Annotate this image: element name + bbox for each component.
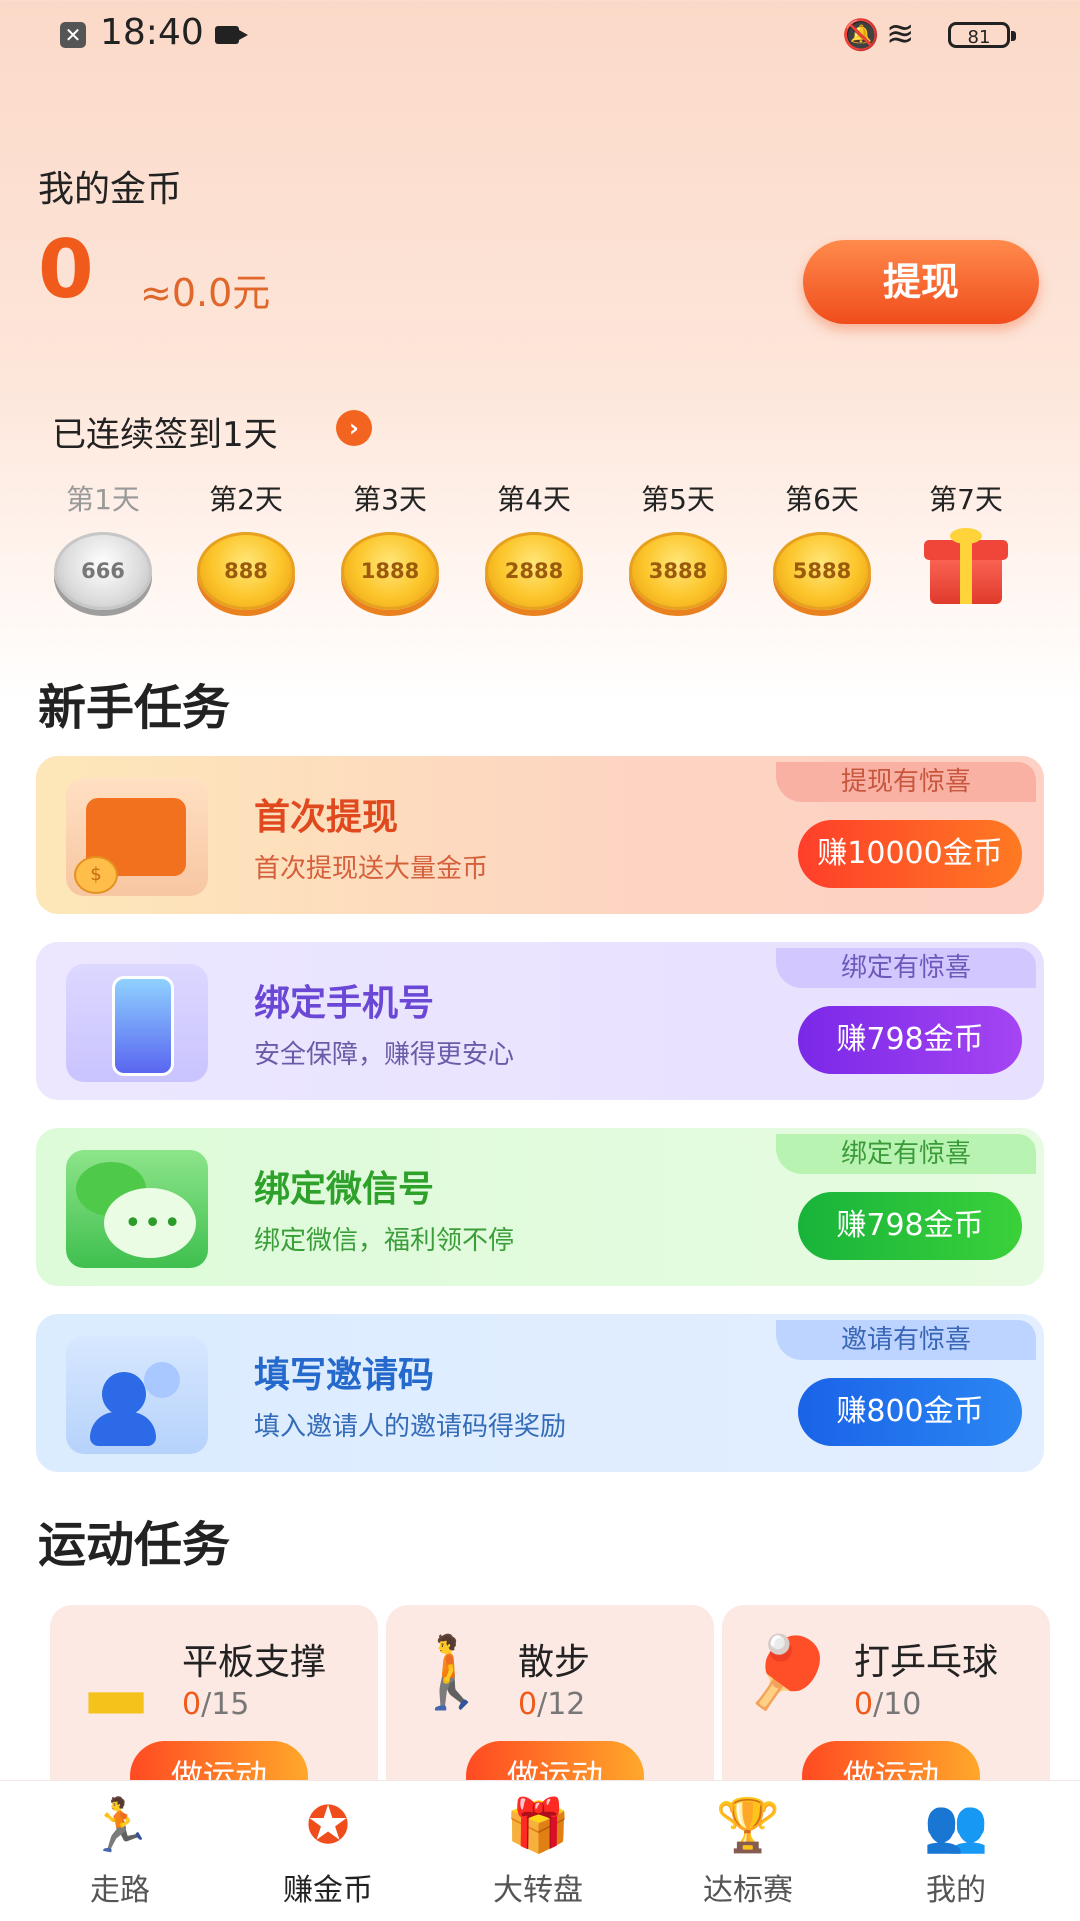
- signin-day-4[interactable]: 第4天 2888: [479, 478, 589, 610]
- wechat-chat-icon: •••: [66, 1150, 208, 1268]
- nav-me[interactable]: 👥 我的: [876, 1791, 1036, 1909]
- coin-icon: 5888: [773, 532, 871, 610]
- task-desc: 填入邀请人的邀请码得奖励: [254, 1412, 567, 1442]
- coin-icon: 2888: [485, 532, 583, 610]
- newbie-tasks-title: 新手任务: [38, 680, 231, 736]
- ping-pong-icon: 🏓: [744, 1631, 832, 1713]
- earn-button[interactable]: 赚800金币: [798, 1378, 1022, 1446]
- signin-day-5[interactable]: 第5天 3888: [623, 478, 733, 610]
- signin-days: 第1天 666 第2天 888 第3天 1888 第4天 2888 第5天 38…: [48, 478, 1028, 610]
- sport-tasks-title: 运动任务: [38, 1517, 231, 1573]
- plank-icon: ▂: [89, 1631, 143, 1713]
- coin-icon: 3888: [629, 532, 727, 610]
- earn-button[interactable]: 赚798金币: [798, 1192, 1022, 1260]
- trophy-icon: 🏆: [715, 1796, 781, 1856]
- task-bind-phone[interactable]: 绑定手机号 安全保障，赚得更安心 绑定有惊喜 赚798金币: [36, 942, 1044, 1100]
- chevron-right-icon[interactable]: ›: [336, 410, 372, 446]
- signin-streak-text[interactable]: 已连续签到1天: [52, 407, 278, 456]
- status-bar: ✕ 18:40 🔕 ≋ 81: [0, 0, 1080, 70]
- sport-title: 打乒乓球: [854, 1642, 999, 1683]
- coin-icon: 666: [54, 532, 152, 610]
- task-desc: 首次提现送大量金币: [254, 854, 489, 884]
- wallet-icon: $: [66, 778, 208, 896]
- task-tag: 提现有惊喜: [776, 762, 1036, 802]
- coin-icon: 1888: [341, 532, 439, 610]
- wifi-icon: ≋: [886, 14, 915, 54]
- coins-balance: 0: [38, 223, 94, 316]
- walking-icon: 🚶: [408, 1631, 496, 1713]
- sport-progress: 0/15: [182, 1687, 250, 1722]
- day-label: 第3天: [353, 483, 427, 516]
- sport-title: 散步: [518, 1642, 591, 1683]
- day-label: 第7天: [929, 483, 1003, 516]
- mute-bell-icon: 🔕: [842, 18, 880, 53]
- invite-people-icon: [66, 1336, 208, 1454]
- day-label: 第2天: [209, 483, 283, 516]
- task-bind-wechat[interactable]: ••• 绑定微信号 绑定微信，福利领不停 绑定有惊喜 赚798金币: [36, 1128, 1044, 1286]
- signin-day-2[interactable]: 第2天 888: [191, 478, 301, 610]
- earn-button[interactable]: 赚10000金币: [798, 820, 1022, 888]
- day-label: 第6天: [785, 483, 859, 516]
- gift-box-icon: [924, 528, 1008, 606]
- nav-label: 赚金币: [283, 1873, 373, 1908]
- camera-icon: [215, 26, 248, 44]
- status-time: 18:40: [100, 12, 204, 53]
- sport-title: 平板支撑: [182, 1642, 327, 1683]
- phone-icon: [66, 964, 208, 1082]
- sport-progress: 0/12: [518, 1687, 586, 1722]
- my-coins-title: 我的金币: [38, 169, 183, 210]
- signin-day-7[interactable]: 第7天: [911, 478, 1021, 606]
- coin-icon: 888: [197, 532, 295, 610]
- battery-icon: 81: [948, 22, 1016, 48]
- nav-walk[interactable]: 🏃 走路: [40, 1791, 200, 1909]
- day-label: 第4天: [497, 483, 571, 516]
- sport-progress: 0/10: [854, 1687, 922, 1722]
- runner-icon: 🏃: [87, 1796, 153, 1856]
- task-title: 首次提现: [254, 797, 399, 838]
- task-tag: 邀请有惊喜: [776, 1320, 1036, 1360]
- gift-icon: 🎁: [505, 1796, 571, 1856]
- task-invite-code[interactable]: 填写邀请码 填入邀请人的邀请码得奖励 邀请有惊喜 赚800金币: [36, 1314, 1044, 1472]
- nav-label: 大转盘: [493, 1873, 583, 1908]
- task-desc: 安全保障，赚得更安心: [254, 1040, 515, 1070]
- task-title: 绑定手机号: [254, 983, 435, 1024]
- withdraw-button[interactable]: 提现: [803, 240, 1039, 324]
- coins-yuan-value: ≈0.0元: [140, 271, 271, 315]
- signin-day-6[interactable]: 第6天 5888: [767, 478, 877, 610]
- task-tag: 绑定有惊喜: [776, 948, 1036, 988]
- task-tag: 绑定有惊喜: [776, 1134, 1036, 1174]
- user-icon: 👥: [923, 1796, 989, 1856]
- nav-label: 走路: [90, 1873, 150, 1908]
- task-title: 绑定微信号: [254, 1169, 435, 1210]
- task-desc: 绑定微信，福利领不停: [254, 1226, 515, 1256]
- bottom-nav: 🏃 走路 ✪ 赚金币 🎁 大转盘 🏆 达标赛 👥 我的: [0, 1780, 1080, 1921]
- task-first-withdraw[interactable]: $ 首次提现 首次提现送大量金币 提现有惊喜 赚10000金币: [36, 756, 1044, 914]
- signin-day-1[interactable]: 第1天 666: [48, 478, 158, 610]
- nav-label: 达标赛: [703, 1873, 793, 1908]
- earn-button[interactable]: 赚798金币: [798, 1006, 1022, 1074]
- nav-earn-coins[interactable]: ✪ 赚金币: [248, 1791, 408, 1909]
- signin-day-3[interactable]: 第3天 1888: [335, 478, 445, 610]
- task-title: 填写邀请码: [254, 1355, 435, 1396]
- day-label: 第5天: [641, 483, 715, 516]
- coin-star-icon: ✪: [306, 1796, 350, 1856]
- nav-contest[interactable]: 🏆 达标赛: [668, 1791, 828, 1909]
- notification-x-icon: ✕: [60, 22, 86, 48]
- nav-label: 我的: [926, 1873, 986, 1908]
- day-label: 第1天: [66, 483, 140, 516]
- nav-wheel[interactable]: 🎁 大转盘: [458, 1791, 618, 1909]
